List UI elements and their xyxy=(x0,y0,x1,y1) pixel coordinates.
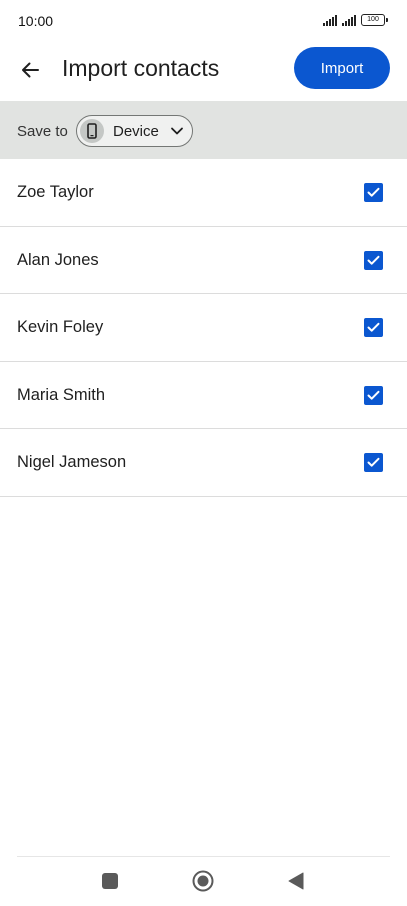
status-bar: 10:00 100 xyxy=(0,0,407,44)
square-icon[interactable] xyxy=(102,873,118,889)
import-button[interactable]: Import xyxy=(294,47,390,89)
checkbox-checked-icon[interactable] xyxy=(364,453,383,472)
contact-name: Maria Smith xyxy=(17,385,106,404)
status-time: 10:00 xyxy=(18,13,54,29)
checkbox-checked-icon[interactable] xyxy=(364,183,383,202)
chevron-down-icon xyxy=(171,127,183,135)
contact-name: Alan Jones xyxy=(17,250,99,269)
checkbox-checked-icon[interactable] xyxy=(364,250,383,270)
contact-row[interactable]: Alan Jones xyxy=(0,227,407,294)
checkbox-checked-icon[interactable] xyxy=(364,318,383,337)
contact-name: Kevin Foley xyxy=(17,318,104,336)
contact-row[interactable]: Kevin Foley xyxy=(0,294,407,362)
triangle-icon[interactable] xyxy=(288,872,304,890)
contact-row[interactable]: Zoe Taylor xyxy=(0,159,407,227)
battery-icon: 100 xyxy=(361,14,388,26)
status-icons: 100 xyxy=(323,14,388,26)
save-to-label: Save to xyxy=(17,123,68,140)
checkbox-checked-icon[interactable] xyxy=(364,385,383,405)
contact-list: Zoe Taylor Alan Jones Kevin Foley Maria … xyxy=(0,159,407,497)
app-bar: Import contacts Import xyxy=(0,44,407,100)
circle-icon[interactable] xyxy=(192,870,214,892)
page-title: Import contacts xyxy=(62,55,220,81)
contact-name: Nigel Jameson xyxy=(17,453,127,471)
contact-name: Zoe Taylor xyxy=(17,183,94,201)
nav-divider xyxy=(17,856,390,857)
back-button[interactable] xyxy=(14,54,46,86)
account-selector-chip[interactable]: Device xyxy=(76,115,193,147)
signal-icon xyxy=(323,14,337,26)
account-label: Device xyxy=(113,123,159,140)
system-nav-bar xyxy=(0,856,407,906)
arrow-back-icon xyxy=(22,62,39,78)
signal-icon xyxy=(342,14,356,26)
contact-row[interactable]: Nigel Jameson xyxy=(0,429,407,497)
phone-icon xyxy=(80,119,104,143)
contact-row[interactable]: Maria Smith xyxy=(0,362,407,429)
save-to-bar: Save to Device xyxy=(0,101,407,159)
